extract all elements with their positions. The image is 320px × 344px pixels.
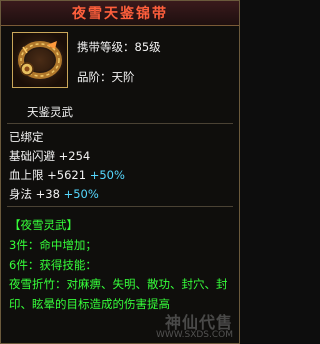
- stat-value: +38: [35, 187, 60, 201]
- stat-agility: 身法 +38 +50%: [9, 186, 99, 202]
- item-slot[interactable]: [12, 32, 68, 88]
- set-skill-description: 夜雪折竹：对麻痹、失明、散功、封穴、封印、眩晕的目标造成的伤害提高: [9, 277, 228, 311]
- watermark: 神仙代售 WWW.SXDS.COM: [155, 313, 233, 341]
- carry-level: 携带等级：85级: [77, 40, 161, 54]
- belt-icon: [17, 39, 63, 81]
- item-tooltip: 夜雪天鉴锦带 携带等级：85级 品阶：天阶 天鉴灵武 已绑定 基础闪避 +254…: [0, 0, 240, 344]
- stat-label: 基础闪避: [9, 149, 55, 163]
- item-title: 夜雪天鉴锦带: [1, 1, 239, 26]
- stat-value: +5621: [47, 168, 87, 182]
- stat-dodge: 基础闪避 +254: [9, 148, 90, 164]
- stat-label: 血上限: [9, 168, 44, 182]
- divider: [7, 206, 233, 207]
- stat-percent: +50%: [89, 168, 125, 182]
- set-bonus-3: 3件：命中增加；: [9, 238, 97, 252]
- watermark-url: WWW.SXDS.COM: [155, 330, 233, 340]
- set-name: 【夜雪灵武】: [9, 218, 78, 232]
- stat-percent: +50%: [63, 187, 99, 201]
- stat-value: +254: [58, 149, 91, 163]
- divider: [7, 123, 233, 124]
- set-bonus-6: 6件：获得技能：: [9, 258, 97, 272]
- stat-hp: 血上限 +5621 +50%: [9, 167, 125, 183]
- item-subtitle: 天鉴灵武: [27, 105, 73, 119]
- item-grade: 品阶：天阶: [77, 70, 135, 84]
- bind-status: 已绑定: [9, 130, 44, 144]
- watermark-title: 神仙代售: [164, 313, 233, 332]
- stat-label: 身法: [9, 187, 32, 201]
